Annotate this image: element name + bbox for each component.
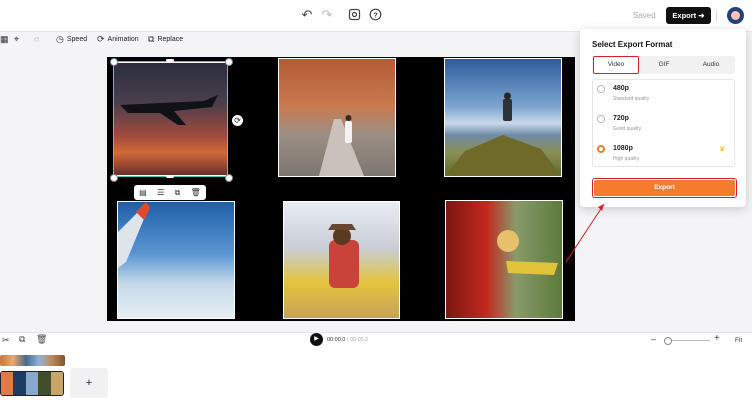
divider xyxy=(716,10,717,22)
export-panel-title: Select Export Format xyxy=(592,40,673,49)
resize-handle[interactable] xyxy=(225,58,233,66)
tab-gif[interactable]: GIF xyxy=(641,56,687,74)
split-icon[interactable]: ✂ xyxy=(2,335,10,346)
crop-tool[interactable]: ⌖ xyxy=(14,34,19,45)
svg-text:?: ? xyxy=(373,10,378,19)
rotate-icon[interactable]: ⟳ xyxy=(232,115,243,126)
export-button-label: Export xyxy=(594,180,735,196)
tab-video[interactable]: Video xyxy=(593,56,639,74)
animation-label: Animation xyxy=(107,36,139,43)
timeline-track-strip[interactable] xyxy=(0,355,65,366)
time-separator: / xyxy=(346,337,349,343)
option-1080p-label[interactable]: 1080p xyxy=(613,145,633,152)
export-button-top[interactable]: Export ➜ xyxy=(666,7,711,24)
photo-mountain[interactable] xyxy=(444,58,562,177)
duplicate-icon[interactable]: ⧉ xyxy=(19,334,25,345)
resize-handle[interactable] xyxy=(166,59,174,62)
selection-frame[interactable] xyxy=(113,61,228,177)
option-1080p-quality: High quality xyxy=(613,156,640,162)
zoom-in-icon[interactable]: + xyxy=(714,333,720,344)
speed-icon: ◷ xyxy=(56,34,64,44)
option-720p-label[interactable]: 720p xyxy=(613,115,629,122)
align-icon[interactable]: ▤ xyxy=(139,188,147,197)
align-icon: ▦ xyxy=(0,34,9,44)
option-480p-label[interactable]: 480p xyxy=(613,85,629,92)
undo-icon[interactable]: ↶ xyxy=(300,8,314,22)
export-top-label: Export xyxy=(672,11,697,20)
arrow-right-icon: ➜ xyxy=(698,11,705,20)
total-time: 00:05.0 xyxy=(349,337,369,343)
resize-handle[interactable] xyxy=(225,174,233,182)
replace-label: Replace xyxy=(157,36,184,43)
delete-icon[interactable]: 🗑 xyxy=(191,188,201,197)
radio-720p[interactable] xyxy=(597,115,605,123)
speed-tool[interactable]: ◷ Speed xyxy=(56,34,87,45)
resize-handle[interactable] xyxy=(110,58,118,66)
photo-wing[interactable] xyxy=(117,201,235,319)
layers-icon[interactable]: ☰ xyxy=(157,188,164,197)
delete-icon[interactable]: 🗑 xyxy=(36,334,47,345)
align-tool[interactable]: ▦ xyxy=(0,34,9,45)
resize-handle[interactable] xyxy=(166,175,174,178)
mask-icon: ◌ xyxy=(34,34,40,44)
zoom-out-icon[interactable]: – xyxy=(651,334,656,344)
play-button[interactable]: ▶ xyxy=(310,333,323,346)
fit-button[interactable]: Fit xyxy=(735,337,742,344)
radio-480p[interactable] xyxy=(597,85,605,93)
zoom-slider-knob[interactable] xyxy=(664,337,672,345)
avatar[interactable] xyxy=(727,7,744,24)
radio-1080p[interactable] xyxy=(597,145,605,153)
mask-tool[interactable]: ◌ xyxy=(34,34,39,44)
redo-icon[interactable]: ↷ xyxy=(320,8,334,22)
option-720p-quality: Good quality xyxy=(613,126,642,132)
option-480p-quality: Standard quality xyxy=(613,96,650,102)
help-icon[interactable]: ? xyxy=(368,8,382,22)
current-time: 00:00.0 xyxy=(327,337,346,343)
timeline-clip[interactable] xyxy=(0,371,64,396)
animation-icon: ⟳ xyxy=(97,34,105,44)
replace-icon: ⧉ xyxy=(148,34,155,44)
resize-handle[interactable] xyxy=(110,174,118,182)
timeline xyxy=(0,332,752,402)
saved-status: Saved xyxy=(633,11,656,20)
screen-icon[interactable] xyxy=(347,8,361,22)
replace-tool[interactable]: ⧉ Replace xyxy=(148,34,183,45)
export-button[interactable]: Export xyxy=(592,178,737,198)
element-mini-toolbar: ▤ ☰ ⧉ 🗑 xyxy=(134,185,206,200)
duplicate-icon[interactable]: ⧉ xyxy=(175,188,181,198)
resolution-options xyxy=(592,79,735,167)
photo-train[interactable] xyxy=(445,200,563,319)
speed-label: Speed xyxy=(66,36,88,43)
tab-audio[interactable]: Audio xyxy=(688,56,734,74)
animation-tool[interactable]: ⟳ Animation xyxy=(97,34,139,45)
crown-icon: ♛ xyxy=(719,146,726,153)
crop-icon: ⌖ xyxy=(14,34,20,44)
add-clip-button[interactable]: + xyxy=(70,368,108,398)
photo-backpack[interactable] xyxy=(283,201,400,319)
time-display: 00:00.0 / 00:05.0 xyxy=(327,337,368,343)
photo-road[interactable] xyxy=(278,58,396,177)
